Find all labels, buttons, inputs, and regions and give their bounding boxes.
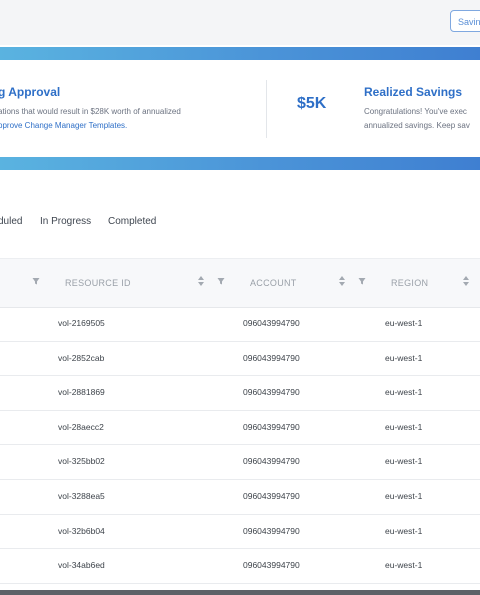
savings-button[interactable]: Savings xyxy=(450,10,480,32)
pending-approval-text: ations that would result in $28K worth o… xyxy=(0,107,181,116)
banner-divider xyxy=(266,80,267,138)
cell-account: 096043994790 xyxy=(243,525,300,536)
banner-top-accent xyxy=(0,47,480,60)
cell-resource-id: vol-3288ea5 xyxy=(58,491,105,501)
pending-approval-title: g Approval xyxy=(0,85,61,99)
table-row[interactable]: vol-3288ea5 096043994790 eu-west-1 xyxy=(0,479,480,515)
cell-account: 096043994790 xyxy=(243,421,300,432)
approve-templates-link[interactable]: pprove Change Manager Templates. xyxy=(0,121,127,130)
filter-icon[interactable] xyxy=(358,275,366,287)
realized-savings-value: $5K xyxy=(297,95,327,112)
cell-region: eu-west-1 xyxy=(385,318,423,328)
cell-account: 096043994790 xyxy=(243,387,300,398)
cell-region: eu-west-1 xyxy=(385,421,423,432)
top-bar: Savings xyxy=(0,0,480,45)
table-header: RESOURCE ID ACCOUNT REGION xyxy=(0,258,480,308)
tab-completed[interactable]: Completed xyxy=(108,216,156,227)
cell-resource-id: vol-2881869 xyxy=(58,387,105,398)
cell-region: eu-west-1 xyxy=(385,387,423,398)
table-row[interactable]: vol-32b6b04 096043994790 eu-west-1 xyxy=(0,514,480,550)
table-row[interactable]: vol-28aecc2 096043994790 eu-west-1 xyxy=(0,410,480,446)
column-header-resource-id[interactable]: RESOURCE ID xyxy=(65,278,131,288)
realized-savings-text: Congratulations! You've exec xyxy=(364,107,467,116)
filter-icon[interactable] xyxy=(32,275,40,287)
cell-account: 096043994790 xyxy=(243,456,300,467)
table-row[interactable]: vol-2881869 096043994790 eu-west-1 xyxy=(0,375,480,411)
sort-icon[interactable] xyxy=(462,275,470,287)
cell-resource-id: vol-34ab6ed xyxy=(58,560,105,571)
banner-bottom-accent xyxy=(0,157,480,170)
cell-region: eu-west-1 xyxy=(385,525,423,536)
realized-savings-text-2: annualized savings. Keep sav xyxy=(364,121,470,130)
cell-account: 096043994790 xyxy=(243,352,300,363)
table-row[interactable]: vol-325bb02 096043994790 eu-west-1 xyxy=(0,444,480,480)
sort-icon[interactable] xyxy=(197,275,205,287)
window-bottom-edge xyxy=(0,590,480,595)
table-row[interactable]: vol-2852cab 096043994790 eu-west-1 xyxy=(0,341,480,377)
column-header-region[interactable]: REGION xyxy=(391,278,428,288)
cell-region: eu-west-1 xyxy=(385,491,423,501)
cell-account: 096043994790 xyxy=(243,318,300,328)
realized-savings-title: Realized Savings xyxy=(364,85,463,99)
savings-banner: g Approval ations that would result in $… xyxy=(0,60,480,157)
cell-region: eu-west-1 xyxy=(385,352,423,363)
cell-region: eu-west-1 xyxy=(385,560,423,571)
cell-resource-id: vol-325bb02 xyxy=(58,456,105,467)
sort-icon[interactable] xyxy=(338,275,346,287)
cell-resource-id: vol-2169505 xyxy=(58,318,105,328)
cell-resource-id: vol-2852cab xyxy=(58,352,105,363)
cell-resource-id: vol-32b6b04 xyxy=(58,525,105,536)
table-row[interactable]: vol-34ab6ed 096043994790 eu-west-1 xyxy=(0,548,480,584)
tab-scheduled[interactable]: duled xyxy=(0,216,22,227)
cell-account: 096043994790 xyxy=(243,491,300,501)
filter-icon[interactable] xyxy=(217,275,225,287)
cell-region: eu-west-1 xyxy=(385,456,423,467)
table-row[interactable]: vol-2169505 096043994790 eu-west-1 xyxy=(0,306,480,342)
cell-resource-id: vol-28aecc2 xyxy=(58,421,104,432)
tab-in-progress[interactable]: In Progress xyxy=(40,216,91,227)
cell-account: 096043994790 xyxy=(243,560,300,571)
column-header-account[interactable]: ACCOUNT xyxy=(250,278,297,288)
